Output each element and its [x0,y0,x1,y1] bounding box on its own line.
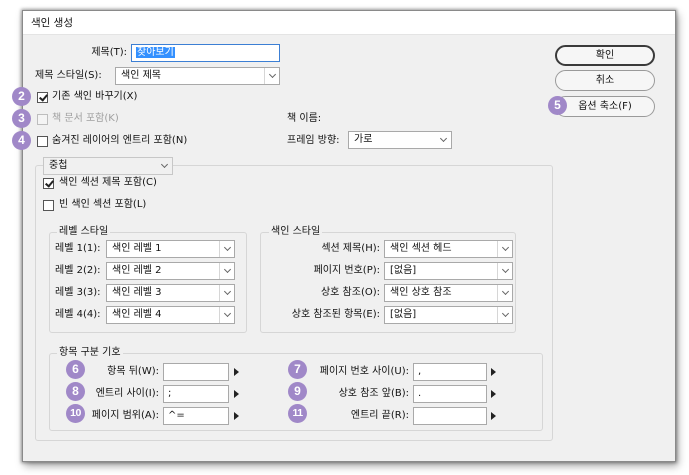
level-3-value: 색인 레벨 3 [112,287,162,298]
level-3-dropdown[interactable]: 색인 레벨 3 [106,284,235,302]
annotation-badge-4: 4 [12,131,31,150]
triangle-right-icon[interactable] [491,390,496,398]
chevron-down-icon [436,132,451,148]
level-4-dropdown[interactable]: 색인 레벨 4 [106,306,235,324]
chevron-down-icon [219,241,234,257]
level-1-label: 레벨 1(1): [55,243,101,254]
level-1-value: 색인 레벨 1 [112,243,162,254]
chevron-down-icon [157,158,172,174]
between-entries-input[interactable]: ; [163,385,229,403]
include-empty-sections-label: 빈 색인 섹션 포함(L) [59,199,147,210]
triangle-right-icon[interactable] [491,368,496,376]
page-number-dropdown[interactable]: [없음] [384,262,513,280]
frame-direction-dropdown[interactable]: 가로 [348,131,452,149]
replace-existing-checkbox[interactable] [37,92,48,103]
level-4-label: 레벨 4(4): [55,309,101,320]
entry-end-input[interactable] [413,407,487,425]
title-input[interactable]: 찾아보기 [131,44,280,62]
include-hidden-layers-label: 숨겨진 레이어의 엔트리 포함(N) [52,135,188,146]
include-section-headings-checkbox[interactable] [43,178,54,189]
chevron-down-icon [497,241,512,257]
fewer-options-button[interactable]: 옵션 축소(F) [555,96,655,117]
cross-referenced-topic-label: 상호 참조된 항목(E): [291,309,380,320]
triangle-right-icon[interactable] [234,412,239,420]
annotation-badge-9: 9 [288,382,307,401]
separators-title: 항목 구분 기호 [57,347,123,359]
level-style-title: 레벨 스타일 [57,226,111,238]
title-style-dropdown[interactable]: 색인 제목 [115,67,280,85]
level-2-dropdown[interactable]: 색인 레벨 2 [106,262,235,280]
section-heading-value: 색인 섹션 헤드 [390,243,452,254]
chevron-down-icon [497,307,512,323]
chevron-down-icon [497,285,512,301]
page-number-label: 페이지 번호(P): [313,265,380,276]
replace-existing-label: 기존 색인 바꾸기(X) [52,91,138,102]
entry-end-label: 엔트리 끝(R): [350,410,409,421]
annotation-badge-11: 11 [288,404,307,423]
title-style-label: 제목 스타일(S): [35,70,102,81]
annotation-badge-2: 2 [12,87,31,106]
title-input-value: 찾아보기 [136,47,175,58]
include-book-docs-checkbox[interactable] [37,114,48,125]
section-heading-dropdown[interactable]: 색인 섹션 헤드 [384,240,513,258]
cross-referenced-topic-value: [없음] [390,309,417,320]
between-entries-label: 엔트리 사이(I): [95,388,159,399]
title-style-value: 색인 제목 [121,70,161,81]
cross-reference-label: 상호 참조(O): [320,287,380,298]
triangle-right-icon[interactable] [234,390,239,398]
ok-button[interactable]: 확인 [555,45,655,66]
include-hidden-layers-checkbox[interactable] [37,136,48,147]
include-section-headings-label: 색인 섹션 제목 포함(C) [59,177,157,188]
triangle-right-icon[interactable] [491,412,496,420]
cross-reference-value: 색인 상호 참조 [390,287,452,298]
frame-direction-label: 프레임 방향: [287,135,340,146]
chevron-down-icon [264,68,279,84]
level-1-dropdown[interactable]: 색인 레벨 1 [106,240,235,258]
between-page-numbers-input[interactable]: , [413,363,487,381]
triangle-right-icon[interactable] [234,368,239,376]
annotation-badge-8: 8 [66,382,85,401]
annotation-badge-6: 6 [66,360,85,379]
format-dropdown[interactable]: 중첩 [43,157,173,175]
index-style-title: 색인 스타일 [269,226,323,238]
dialog-title: 색인 생성 [23,11,675,35]
cancel-button[interactable]: 취소 [555,70,655,91]
index-dialog: 색인 생성 제목(T): 찾아보기 제목 스타일(S): 색인 제목 기존 색인… [22,10,676,462]
level-2-value: 색인 레벨 2 [112,265,162,276]
cross-reference-dropdown[interactable]: 색인 상호 참조 [384,284,513,302]
level-2-label: 레벨 2(2): [55,265,101,276]
chevron-down-icon [497,263,512,279]
section-heading-label: 섹션 제목(H): [321,243,380,254]
following-topic-label: 항목 뒤(W): [107,366,159,377]
between-page-numbers-label: 페이지 번호 사이(U): [319,366,409,377]
format-value: 중첩 [49,160,68,171]
following-topic-input[interactable] [163,363,229,381]
chevron-down-icon [219,263,234,279]
level-3-label: 레벨 3(3): [55,287,101,298]
annotation-badge-5: 5 [548,96,567,115]
include-empty-sections-checkbox[interactable] [43,200,54,211]
level-4-value: 색인 레벨 4 [112,309,162,320]
before-cross-reference-input[interactable]: . [413,385,487,403]
include-book-docs-label: 책 문서 포함(K) [52,113,119,124]
page-number-value: [없음] [390,265,417,276]
frame-direction-value: 가로 [354,134,373,145]
chevron-down-icon [219,307,234,323]
before-cross-reference-label: 상호 참조 앞(B): [338,388,409,399]
chevron-down-icon [219,285,234,301]
annotation-badge-10: 10 [66,404,85,423]
book-name-label: 책 이름: [287,113,322,124]
annotation-badge-3: 3 [12,109,31,128]
page-range-input[interactable]: ^= [163,407,229,425]
cross-referenced-topic-dropdown[interactable]: [없음] [384,306,513,324]
title-label: 제목(T): [91,47,127,58]
page-range-label: 페이지 범위(A): [91,410,159,421]
annotation-badge-7: 7 [288,360,307,379]
